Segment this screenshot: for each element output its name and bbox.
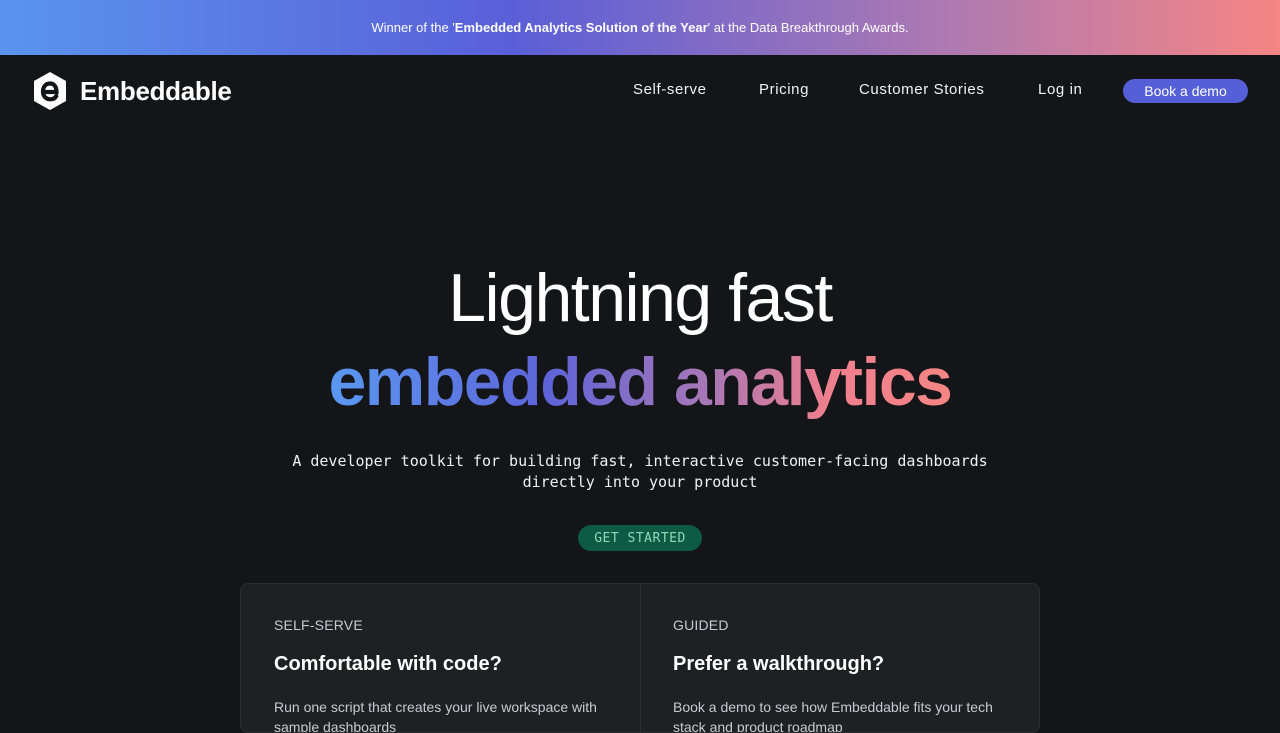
hero-subtitle-line2: directly into your product	[522, 473, 758, 491]
top-navigation: Embeddable Self-serve Pricing Customer S…	[0, 55, 1280, 127]
onboarding-options: SELF-SERVE Comfortable with code? Run on…	[240, 583, 1040, 733]
hero-subtitle: A developer toolkit for building fast, i…	[0, 451, 1280, 493]
nav-link-log-in[interactable]: Log in	[1038, 81, 1082, 98]
hero-subtitle-line1: A developer toolkit for building fast, i…	[292, 452, 988, 470]
nav-link-customer-stories[interactable]: Customer Stories	[859, 81, 984, 98]
nav-link-pricing[interactable]: Pricing	[759, 81, 809, 98]
embeddable-logo-icon	[34, 72, 66, 110]
banner-suffix: ' at the Data Breakthrough Awards.	[707, 20, 909, 35]
card-tag: GUIDED	[673, 617, 729, 633]
card-title: Prefer a walkthrough?	[673, 653, 885, 675]
nav-link-self-serve[interactable]: Self-serve	[633, 81, 707, 98]
logo[interactable]: Embeddable	[32, 71, 232, 111]
hero-title-gradient-text: embedded analytics	[328, 344, 953, 420]
get-started-button[interactable]: GET STARTED	[578, 525, 702, 551]
book-demo-button[interactable]: Book a demo	[1123, 79, 1248, 103]
card-tag: SELF-SERVE	[274, 617, 363, 633]
logo-text: Embeddable	[80, 75, 232, 106]
guided-card[interactable]: GUIDED Prefer a walkthrough? Book a demo…	[640, 584, 1039, 732]
hero-title-line1: Lightning fast	[448, 260, 833, 336]
card-description: Run one script that creates your live wo…	[274, 699, 597, 733]
self-serve-card[interactable]: SELF-SERVE Comfortable with code? Run on…	[241, 584, 640, 732]
card-title: Comfortable with code?	[274, 653, 502, 675]
banner-highlight: Embedded Analytics Solution of the Year	[454, 20, 708, 35]
hero-title-line2: embedded analytics	[0, 340, 1280, 424]
card-description: Book a demo to see how Embeddable fits y…	[673, 699, 993, 733]
banner-prefix: Winner of the '	[371, 20, 455, 35]
awards-banner: Winner of the ' Embedded Analytics Soluti…	[0, 0, 1280, 55]
